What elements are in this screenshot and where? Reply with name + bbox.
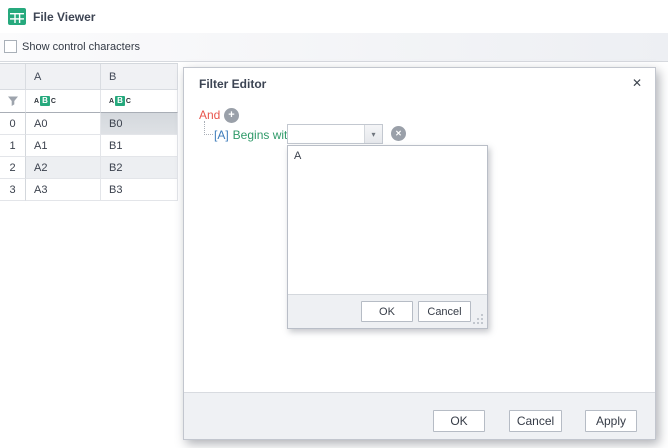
row-indicator[interactable]: 1 bbox=[0, 135, 26, 157]
show-control-characters-checkbox[interactable] bbox=[4, 40, 17, 53]
cell-a2[interactable]: A2 bbox=[26, 157, 101, 179]
condition-value-input[interactable] bbox=[288, 125, 364, 143]
title-bar: File Viewer bbox=[0, 0, 668, 33]
cell-b3[interactable]: B3 bbox=[101, 179, 178, 201]
condition-field-link[interactable]: [A] bbox=[214, 128, 229, 142]
dropdown-memo-edit[interactable]: A bbox=[288, 146, 487, 294]
group-operator-and[interactable]: And bbox=[199, 108, 220, 122]
abc-type-icon[interactable]: ABC bbox=[34, 96, 56, 106]
dialog-footer: OK Cancel Apply bbox=[184, 392, 655, 439]
row-indicator[interactable]: 0 bbox=[0, 113, 26, 135]
filter-cell-b[interactable]: ABC bbox=[101, 90, 178, 113]
filter-editor-dialog: Filter Editor ✕ And + [A] Begins with ▾ … bbox=[183, 67, 656, 440]
grid-header-row: A B bbox=[0, 64, 178, 90]
apply-button[interactable]: Apply bbox=[585, 410, 637, 432]
cell-a3[interactable]: A3 bbox=[26, 179, 101, 201]
close-icon[interactable]: ✕ bbox=[632, 76, 642, 90]
x-icon: ✕ bbox=[395, 126, 402, 141]
table-row: 0 A0 B0 bbox=[0, 113, 178, 135]
filter-row-indicator[interactable] bbox=[0, 90, 26, 113]
add-condition-button[interactable]: + bbox=[224, 108, 239, 123]
toolbar: Show control characters bbox=[0, 33, 668, 62]
data-grid: A B ABC ABC 0 A0 B0 1 A1 B1 bbox=[0, 63, 178, 201]
dropdown-cancel-button[interactable]: Cancel bbox=[418, 301, 471, 322]
row-indicator[interactable]: 3 bbox=[0, 179, 26, 201]
cell-b0-selected[interactable]: B0 bbox=[101, 113, 178, 135]
remove-condition-button[interactable]: ✕ bbox=[391, 126, 406, 141]
cell-b1[interactable]: B1 bbox=[101, 135, 178, 157]
funnel-icon bbox=[7, 95, 19, 107]
filter-condition: [A] Begins with bbox=[214, 128, 294, 142]
column-header-b[interactable]: B bbox=[101, 64, 178, 90]
row-indicator[interactable]: 2 bbox=[0, 157, 26, 179]
grid-corner-cell bbox=[0, 64, 26, 90]
dropdown-ok-button[interactable]: OK bbox=[361, 301, 413, 322]
table-row: 2 A2 B2 bbox=[0, 157, 178, 179]
chevron-down-icon: ▾ bbox=[371, 130, 375, 139]
cell-b2[interactable]: B2 bbox=[101, 157, 178, 179]
filter-cell-a[interactable]: ABC bbox=[26, 90, 101, 113]
tree-connector bbox=[204, 121, 213, 135]
combobox-dropdown-button[interactable]: ▾ bbox=[364, 125, 382, 143]
column-header-a[interactable]: A bbox=[26, 64, 101, 90]
cancel-button[interactable]: Cancel bbox=[509, 410, 562, 432]
cell-a1[interactable]: A1 bbox=[26, 135, 101, 157]
resize-grip[interactable] bbox=[472, 313, 483, 324]
table-icon bbox=[8, 8, 26, 25]
dropdown-panel-footer: OK Cancel bbox=[288, 294, 487, 328]
cell-a0[interactable]: A0 bbox=[26, 113, 101, 135]
condition-value-combobox: ▾ bbox=[287, 124, 383, 144]
condition-operator-link[interactable]: Begins with bbox=[233, 128, 294, 142]
checkbox-label: Show control characters bbox=[22, 41, 140, 53]
abc-type-icon[interactable]: ABC bbox=[109, 96, 131, 106]
filter-row: ABC ABC bbox=[0, 90, 178, 113]
ok-button[interactable]: OK bbox=[433, 410, 485, 432]
dialog-title: Filter Editor bbox=[199, 77, 266, 91]
page-title: File Viewer bbox=[33, 10, 95, 24]
plus-icon: + bbox=[228, 108, 234, 123]
table-row: 3 A3 B3 bbox=[0, 179, 178, 201]
dropdown-editor-panel: A OK Cancel bbox=[287, 145, 488, 329]
table-row: 1 A1 B1 bbox=[0, 135, 178, 157]
file-viewer-app: File Viewer Show control characters A B … bbox=[0, 0, 668, 448]
